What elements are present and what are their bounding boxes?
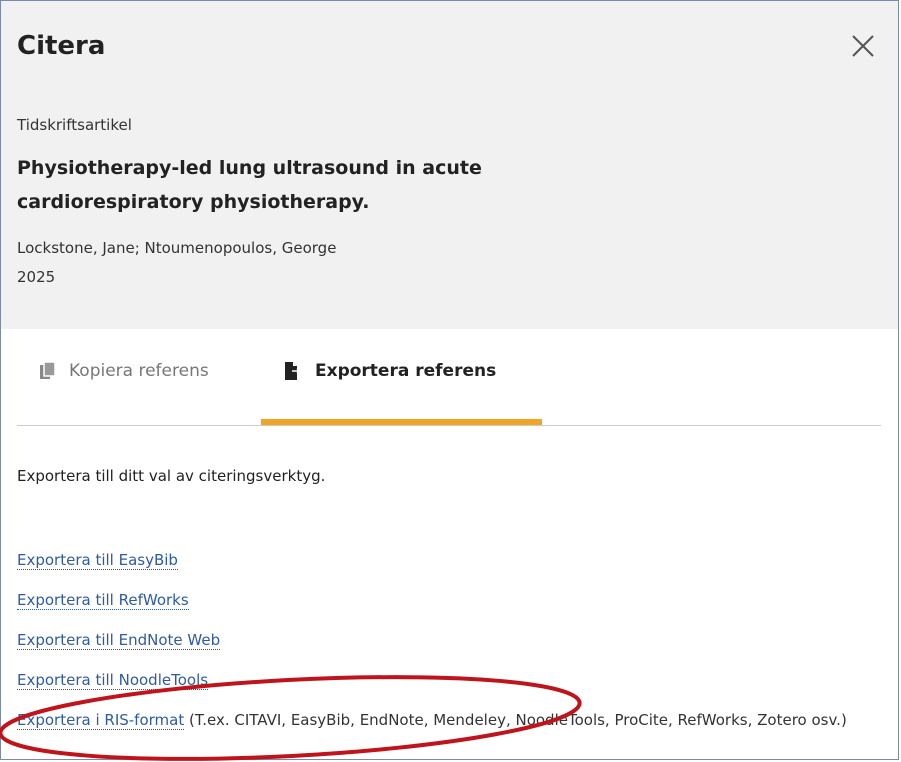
- article-authors: Lockstone, Jane; Ntoumenopoulos, George: [17, 239, 337, 257]
- citation-dialog: Citera Tidskriftsartikel Physiotherapy-l…: [0, 0, 899, 760]
- ris-format-note: (T.ex. CITAVI, EasyBib, EndNote, Mendele…: [189, 711, 847, 729]
- dialog-header: Citera Tidskriftsartikel Physiotherapy-l…: [1, 1, 898, 329]
- export-icon: [283, 361, 303, 386]
- export-intro: Exportera till ditt val av citeringsverk…: [17, 467, 326, 485]
- document-type: Tidskriftsartikel: [17, 116, 132, 134]
- tab-copy-reference[interactable]: Kopiera referens: [39, 361, 209, 419]
- export-noodletools-link[interactable]: Exportera till NoodleTools: [17, 671, 209, 690]
- list-item: Exportera i RIS-format (T.ex. CITAVI, Ea…: [17, 700, 887, 740]
- list-item: Exportera till NoodleTools: [17, 660, 887, 700]
- dialog-title: Citera: [17, 31, 106, 61]
- copy-icon: [39, 361, 57, 386]
- list-item: Exportera till EndNote Web: [17, 620, 887, 660]
- close-icon: [852, 35, 874, 57]
- article-title: Physiotherapy-led lung ultrasound in acu…: [17, 157, 482, 213]
- export-ris-link[interactable]: Exportera i RIS-format: [17, 711, 185, 730]
- export-links-list: Exportera till EasyBib Exportera till Re…: [17, 540, 887, 740]
- list-item: Exportera till EasyBib: [17, 540, 887, 580]
- tab-export-reference[interactable]: Exportera referens: [283, 361, 496, 419]
- tab-export-label: Exportera referens: [315, 361, 497, 381]
- list-item: Exportera till RefWorks: [17, 580, 887, 620]
- close-button[interactable]: [846, 29, 880, 63]
- export-easybib-link[interactable]: Exportera till EasyBib: [17, 551, 178, 570]
- tabs-divider: [17, 425, 881, 426]
- export-refworks-link[interactable]: Exportera till RefWorks: [17, 591, 189, 610]
- export-endnote-web-link[interactable]: Exportera till EndNote Web: [17, 631, 221, 650]
- tab-copy-label: Kopiera referens: [69, 361, 209, 381]
- article-year: 2025: [17, 268, 56, 286]
